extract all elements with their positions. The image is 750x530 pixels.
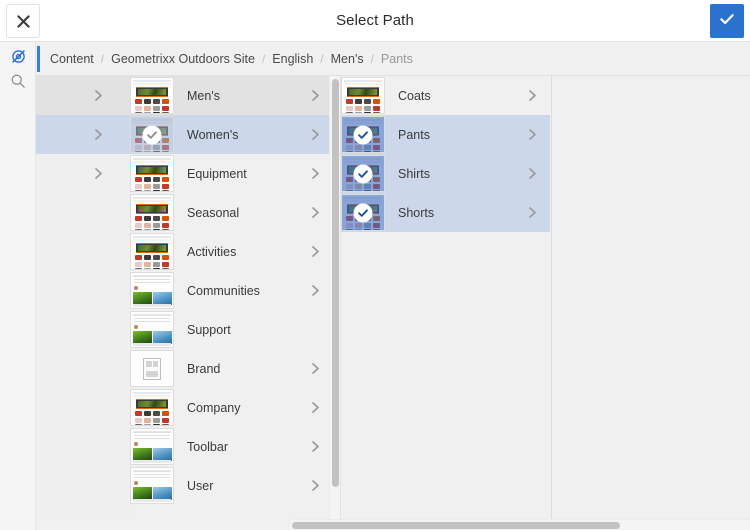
vertical-scrollbar[interactable] bbox=[329, 76, 340, 519]
tree-row-company[interactable]: Company bbox=[130, 388, 333, 427]
tree-row-label: User bbox=[174, 479, 310, 493]
chevron-right-icon[interactable] bbox=[527, 167, 550, 180]
tree-row[interactable] bbox=[36, 193, 130, 232]
chevron-right-icon[interactable] bbox=[527, 128, 550, 141]
column-english[interactable]: Men's Women's Equipment Seasonal Activities C… bbox=[130, 76, 333, 519]
breadcrumb-separator: / bbox=[320, 52, 323, 66]
tree-row-coats[interactable]: Coats bbox=[341, 76, 550, 115]
vertical-scrollbar-thumb[interactable] bbox=[332, 79, 339, 487]
tree-row-label: Communities bbox=[174, 284, 310, 298]
tree-row-shirts[interactable]: Shirts bbox=[341, 154, 550, 193]
tree-row-shorts[interactable]: Shorts bbox=[341, 193, 550, 232]
tree-row-label: Women's bbox=[174, 128, 310, 142]
selected-check-icon bbox=[354, 125, 373, 144]
search-icon bbox=[10, 73, 26, 94]
tree-row-label: Shorts bbox=[385, 206, 527, 220]
tree-row[interactable] bbox=[36, 427, 130, 466]
page-thumbnail bbox=[130, 155, 174, 192]
tree-row[interactable] bbox=[36, 388, 130, 427]
page-thumbnail bbox=[130, 116, 174, 153]
tree-row-label: Support bbox=[174, 323, 333, 337]
tree-row-men-s[interactable]: Men's bbox=[130, 76, 333, 115]
page-title: Select Path bbox=[0, 0, 750, 42]
tree-row-label: Equipment bbox=[174, 167, 310, 181]
page-thumbnail bbox=[130, 428, 174, 465]
breadcrumb-separator: / bbox=[262, 52, 265, 66]
breadcrumb-bar: Content / Geometrixx Outdoors Site / English… bbox=[36, 42, 750, 76]
hide-icon bbox=[10, 48, 27, 70]
page-thumbnail bbox=[130, 194, 174, 231]
tree-row[interactable] bbox=[36, 466, 130, 505]
horizontal-scrollbar-thumb[interactable] bbox=[292, 522, 620, 529]
breadcrumb-item-english[interactable]: English bbox=[272, 52, 313, 66]
breadcrumb-separator: / bbox=[101, 52, 104, 66]
tree-row-label: Brand bbox=[174, 362, 310, 376]
dialog-header: Select Path bbox=[0, 0, 750, 42]
tree-row-activities[interactable]: Activities bbox=[130, 232, 333, 271]
tree-row-women-s[interactable]: Women's bbox=[130, 115, 333, 154]
chevron-right-icon[interactable] bbox=[527, 89, 550, 102]
page-thumbnail bbox=[341, 155, 385, 192]
selected-check-icon bbox=[354, 203, 373, 222]
chevron-right-icon[interactable] bbox=[93, 128, 116, 141]
search-button[interactable] bbox=[0, 68, 36, 98]
close-button[interactable] bbox=[6, 4, 40, 38]
page-thumbnail bbox=[341, 77, 385, 114]
page-thumbnail bbox=[341, 116, 385, 153]
tree-row-seasonal[interactable]: Seasonal bbox=[130, 193, 333, 232]
tree-row-communities[interactable]: Communities bbox=[130, 271, 333, 310]
page-thumbnail bbox=[130, 77, 174, 114]
chevron-right-icon[interactable] bbox=[93, 89, 116, 102]
tree-row[interactable] bbox=[36, 115, 130, 154]
page-thumbnail bbox=[130, 272, 174, 309]
column-detail[interactable] bbox=[551, 76, 750, 519]
close-icon bbox=[16, 14, 31, 29]
page-thumbnail bbox=[130, 233, 174, 270]
breadcrumb-item-geometrixx-outdoors-site[interactable]: Geometrixx Outdoors Site bbox=[111, 52, 255, 66]
tree-row-label: Seasonal bbox=[174, 206, 310, 220]
left-toolbar bbox=[0, 42, 36, 530]
tree-row-label: Men's bbox=[174, 89, 310, 103]
breadcrumb: Content / Geometrixx Outdoors Site / English… bbox=[50, 42, 413, 76]
horizontal-scrollbar[interactable] bbox=[290, 519, 750, 530]
tree-row-label: Activities bbox=[174, 245, 310, 259]
page-thumbnail bbox=[341, 194, 385, 231]
tree-row-support[interactable]: Support bbox=[130, 310, 333, 349]
confirm-button[interactable] bbox=[710, 4, 744, 38]
page-thumbnail bbox=[130, 311, 174, 348]
breadcrumb-item-pants: Pants bbox=[381, 52, 413, 66]
page-thumbnail bbox=[130, 389, 174, 426]
tree-row-label: Company bbox=[174, 401, 310, 415]
tree-row[interactable] bbox=[36, 76, 130, 115]
tree-row-label: Shirts bbox=[385, 167, 527, 181]
selected-check-icon bbox=[354, 164, 373, 183]
chevron-right-icon[interactable] bbox=[93, 167, 116, 180]
tree-row-label: Pants bbox=[385, 128, 527, 142]
tree-row-label: Toolbar bbox=[174, 440, 310, 454]
chevron-right-icon[interactable] bbox=[527, 206, 550, 219]
tree-row-brand[interactable]: Brand bbox=[130, 349, 333, 388]
selected-check-icon bbox=[143, 125, 162, 144]
tree-row-label: Coats bbox=[385, 89, 527, 103]
breadcrumb-item-men-s[interactable]: Men's bbox=[331, 52, 364, 66]
breadcrumb-item-content[interactable]: Content bbox=[50, 52, 94, 66]
tree-row-equipment[interactable]: Equipment bbox=[130, 154, 333, 193]
tree-row[interactable] bbox=[36, 271, 130, 310]
page-thumbnail bbox=[130, 350, 174, 387]
column-ancestors[interactable] bbox=[36, 76, 130, 519]
column-browser: Men's Women's Equipment Seasonal Activities C… bbox=[36, 76, 750, 519]
tree-row-pants[interactable]: Pants bbox=[341, 115, 550, 154]
breadcrumb-accent bbox=[37, 46, 40, 72]
tree-row[interactable] bbox=[36, 232, 130, 271]
tree-row-user[interactable]: User bbox=[130, 466, 333, 505]
breadcrumb-separator: / bbox=[371, 52, 374, 66]
check-icon bbox=[718, 10, 736, 33]
page-thumbnail bbox=[130, 467, 174, 504]
select-path-dialog: Select Path bbox=[0, 0, 750, 530]
tree-row-toolbar[interactable]: Toolbar bbox=[130, 427, 333, 466]
column-mens[interactable]: Coats Pants Shirts Shorts bbox=[340, 76, 550, 519]
tree-row[interactable] bbox=[36, 154, 130, 193]
tree-row[interactable] bbox=[36, 349, 130, 388]
tree-row[interactable] bbox=[36, 310, 130, 349]
